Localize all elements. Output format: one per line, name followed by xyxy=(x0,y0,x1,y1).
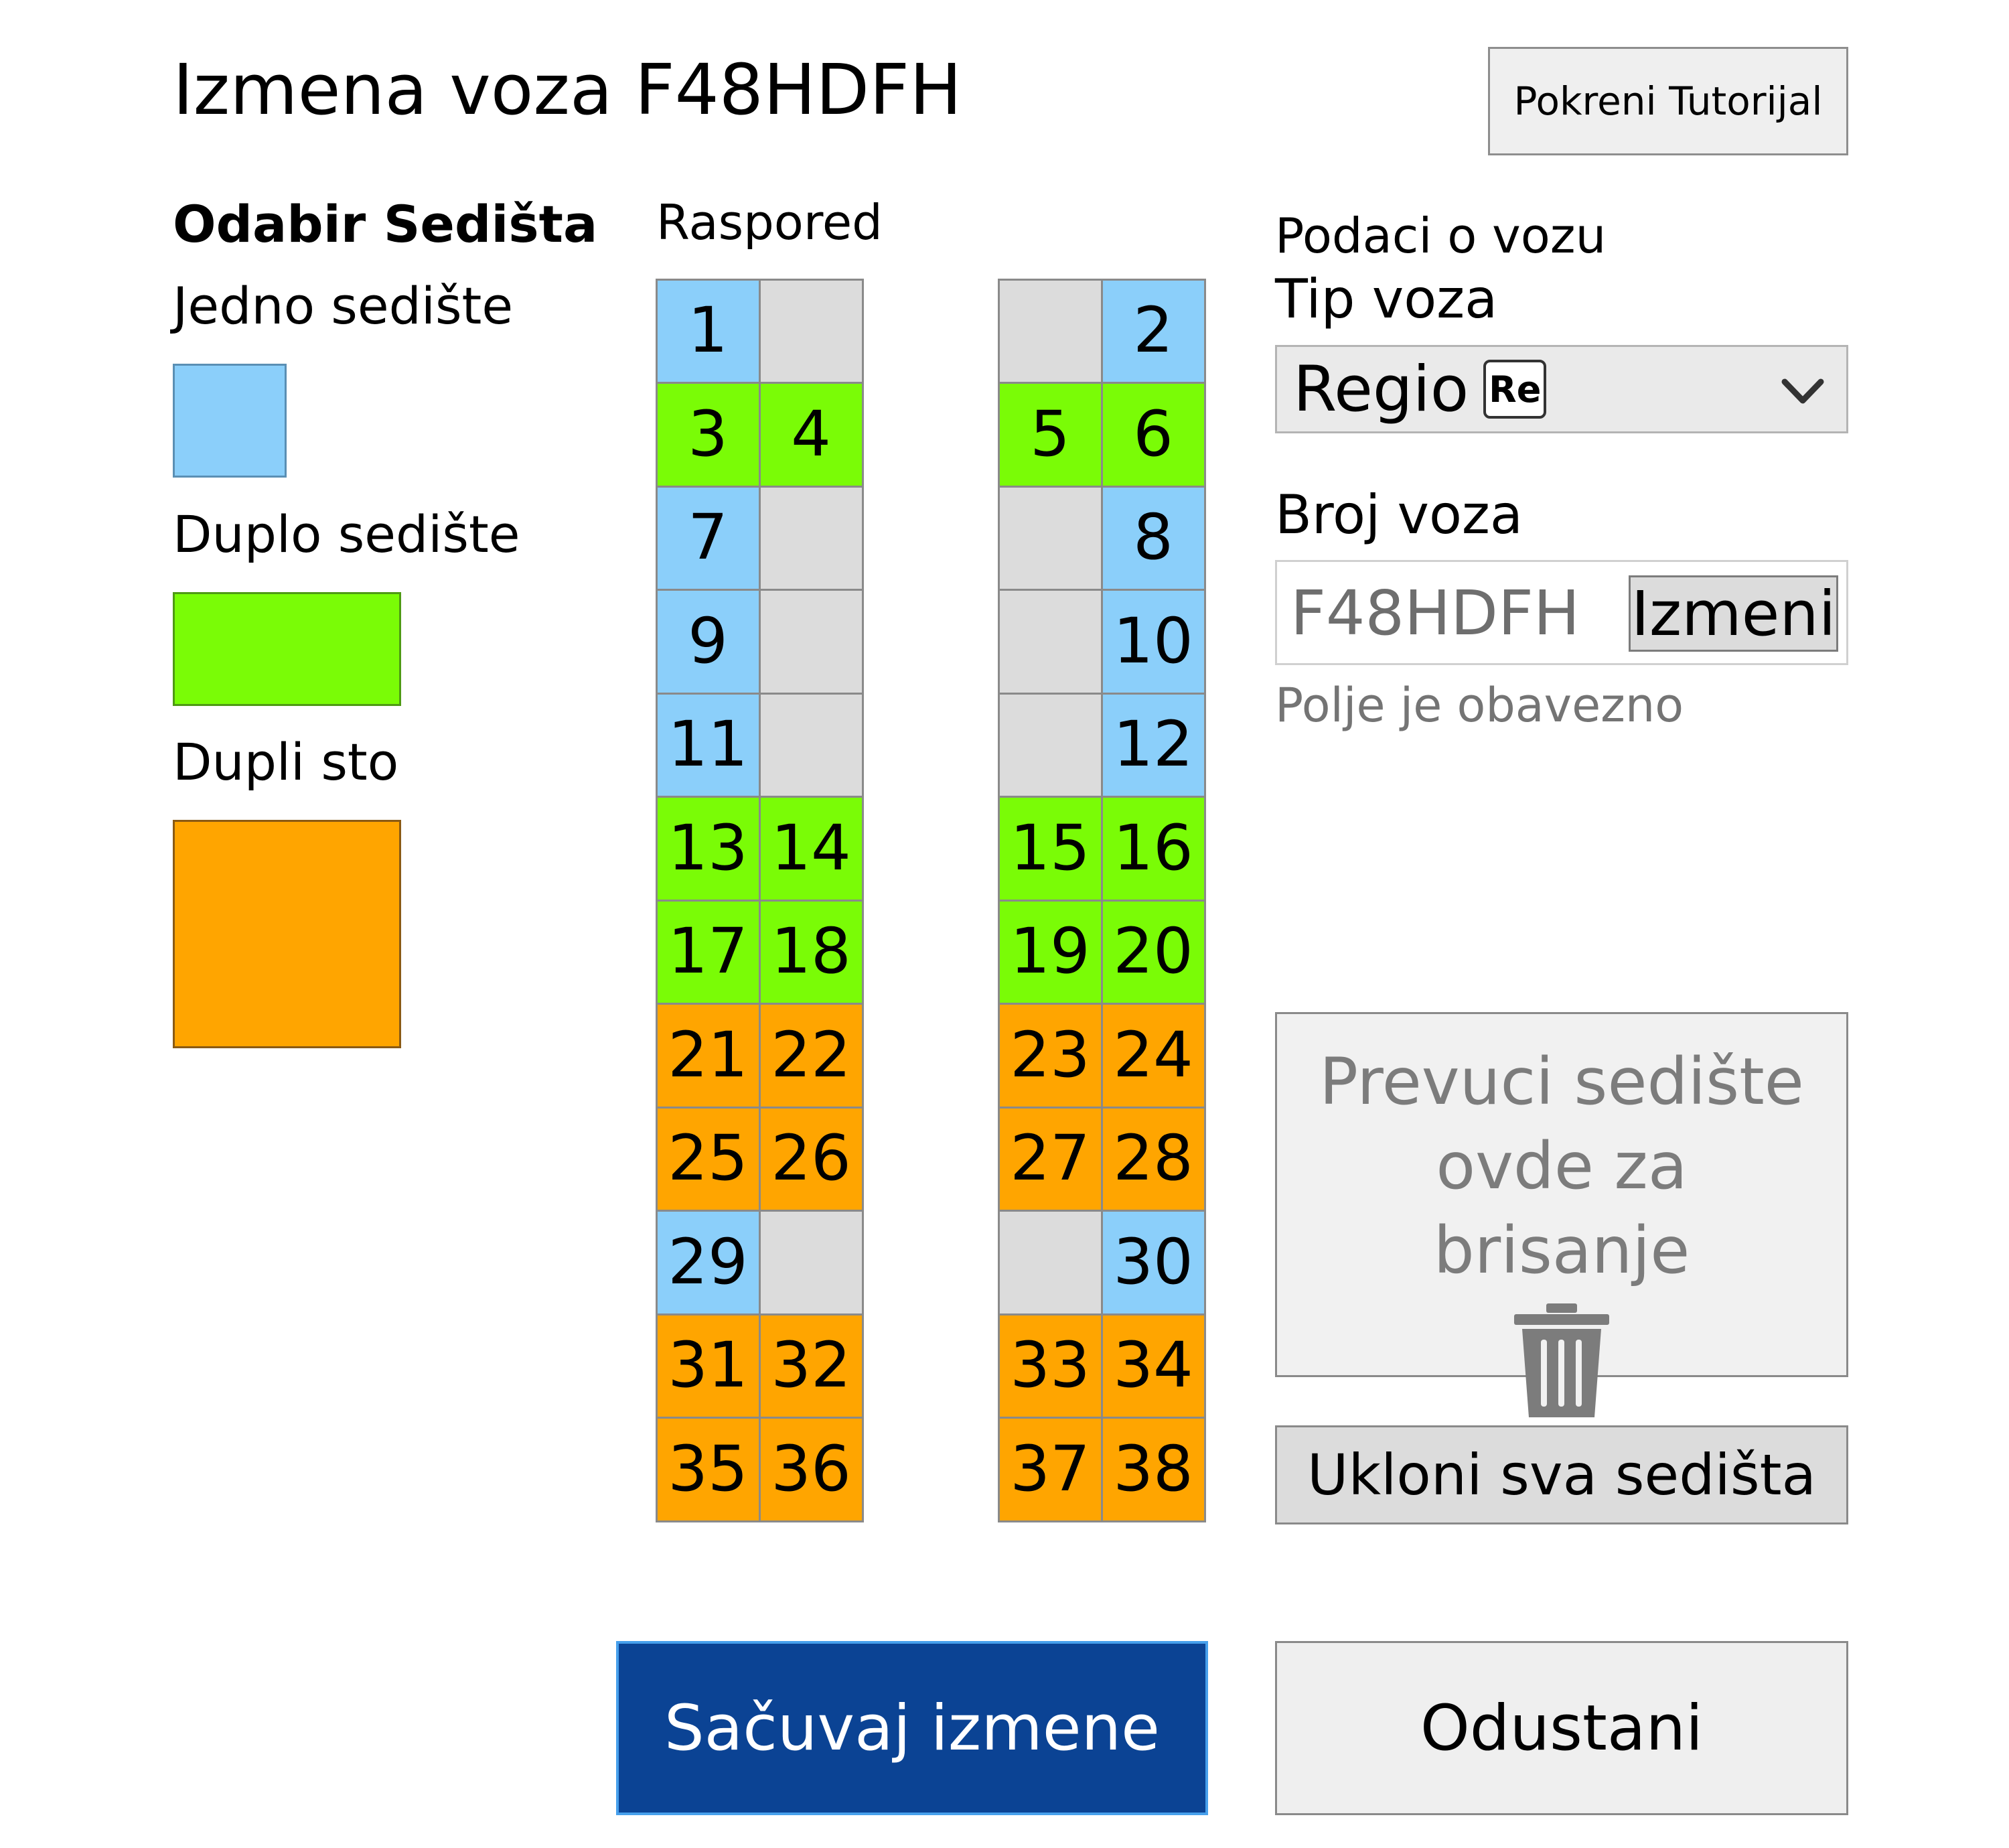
trash-icon xyxy=(1514,1303,1609,1417)
train-number-field: Izmeni xyxy=(1275,560,1848,665)
seat-double[interactable]: 4 xyxy=(758,382,864,488)
empty-seat-slot xyxy=(997,278,1103,384)
empty-seat-slot xyxy=(758,692,864,798)
empty-seat-slot xyxy=(758,485,864,591)
double-seat-swatch[interactable] xyxy=(173,592,401,706)
seat-single[interactable]: 11 xyxy=(655,692,761,798)
seat-table[interactable]: 21 xyxy=(655,1003,761,1109)
cancel-button[interactable]: Odustani xyxy=(1275,1641,1848,1815)
empty-seat-slot xyxy=(758,589,864,695)
delete-drop-zone[interactable]: Prevuci sedište ovde za brisanje xyxy=(1275,1012,1848,1417)
seat-table[interactable]: 31 xyxy=(655,1313,761,1419)
empty-seat-slot xyxy=(997,589,1103,695)
seat-table[interactable]: 32 xyxy=(758,1313,864,1419)
seat-double[interactable]: 16 xyxy=(1100,796,1206,902)
seat-double[interactable]: 6 xyxy=(1100,382,1206,488)
seat-table[interactable]: 24 xyxy=(1100,1003,1206,1109)
start-tutorial-button[interactable]: Pokreni Tutorijal xyxy=(1488,47,1848,155)
seat-table[interactable]: 26 xyxy=(758,1106,864,1212)
seat-table[interactable]: 35 xyxy=(655,1417,761,1522)
train-data-title: Podaci o vozu xyxy=(1275,208,1607,264)
seat-table[interactable]: 22 xyxy=(758,1003,864,1109)
seat-double[interactable]: 14 xyxy=(758,796,864,902)
layout-title: Raspored xyxy=(656,194,883,251)
chevron-down-icon xyxy=(1781,378,1824,404)
train-type-select[interactable]: Regio Re xyxy=(1275,345,1848,433)
seat-table[interactable]: 38 xyxy=(1100,1417,1206,1522)
seat-double[interactable]: 15 xyxy=(997,796,1103,902)
train-number-input[interactable] xyxy=(1290,571,1612,654)
empty-seat-slot xyxy=(997,1210,1103,1316)
train-type-label: Tip voza xyxy=(1275,268,1498,330)
seat-single[interactable]: 7 xyxy=(655,485,761,591)
required-field-hint: Polje je obavezno xyxy=(1275,678,1684,733)
seat-selection-title: Odabir Sedišta xyxy=(173,194,598,254)
seat-table[interactable]: 36 xyxy=(758,1417,864,1522)
seat-double[interactable]: 18 xyxy=(758,899,864,1005)
single-seat-swatch[interactable] xyxy=(173,364,287,478)
seat-table[interactable]: 27 xyxy=(997,1106,1103,1212)
edit-train-number-button[interactable]: Izmeni xyxy=(1629,575,1838,652)
double-seat-label: Duplo sedište xyxy=(173,504,520,564)
seat-single[interactable]: 10 xyxy=(1100,589,1206,695)
seat-single[interactable]: 1 xyxy=(655,278,761,384)
seat-table[interactable]: 33 xyxy=(997,1313,1103,1419)
seat-single[interactable]: 9 xyxy=(655,589,761,695)
single-seat-label: Jedno sedište xyxy=(173,276,514,336)
delete-zone-text: Prevuci sedište ovde za brisanje xyxy=(1319,1044,1804,1288)
seat-table[interactable]: 23 xyxy=(997,1003,1103,1109)
seat-single[interactable]: 12 xyxy=(1100,692,1206,798)
page-title: Izmena voza F48HDFH xyxy=(173,49,962,131)
seat-table[interactable]: 28 xyxy=(1100,1106,1206,1212)
seat-grid-left: 1 3 4 7 9 11 13 14 17 18 21 22 25 26 29 31 32 35 36 xyxy=(655,278,864,1522)
regio-badge-icon: Re xyxy=(1483,360,1547,419)
seat-table[interactable]: 37 xyxy=(997,1417,1103,1522)
double-table-label: Dupli sto xyxy=(173,732,399,792)
seat-double[interactable]: 5 xyxy=(997,382,1103,488)
double-table-swatch[interactable] xyxy=(173,820,401,1048)
seat-table[interactable]: 25 xyxy=(655,1106,761,1212)
seat-double[interactable]: 19 xyxy=(997,899,1103,1005)
seat-double[interactable]: 3 xyxy=(655,382,761,488)
seat-table[interactable]: 34 xyxy=(1100,1313,1206,1419)
seat-single[interactable]: 8 xyxy=(1100,485,1206,591)
empty-seat-slot xyxy=(997,485,1103,591)
remove-all-seats-button[interactable]: Ukloni sva sedišta xyxy=(1275,1425,1848,1524)
empty-seat-slot xyxy=(758,278,864,384)
seat-double[interactable]: 17 xyxy=(655,899,761,1005)
seat-double[interactable]: 13 xyxy=(655,796,761,902)
seat-grid-right: 2 5 6 8 10 12 15 16 19 20 23 24 27 28 30 33 34 37 38 xyxy=(997,278,1206,1522)
seat-double[interactable]: 20 xyxy=(1100,899,1206,1005)
seat-single[interactable]: 30 xyxy=(1100,1210,1206,1316)
empty-seat-slot xyxy=(758,1210,864,1316)
empty-seat-slot xyxy=(997,692,1103,798)
save-changes-button[interactable]: Sačuvaj izmene xyxy=(616,1641,1208,1815)
train-number-label: Broj voza xyxy=(1275,484,1523,546)
seat-single[interactable]: 2 xyxy=(1100,278,1206,384)
train-type-value: Regio xyxy=(1293,352,1469,426)
seat-single[interactable]: 29 xyxy=(655,1210,761,1316)
